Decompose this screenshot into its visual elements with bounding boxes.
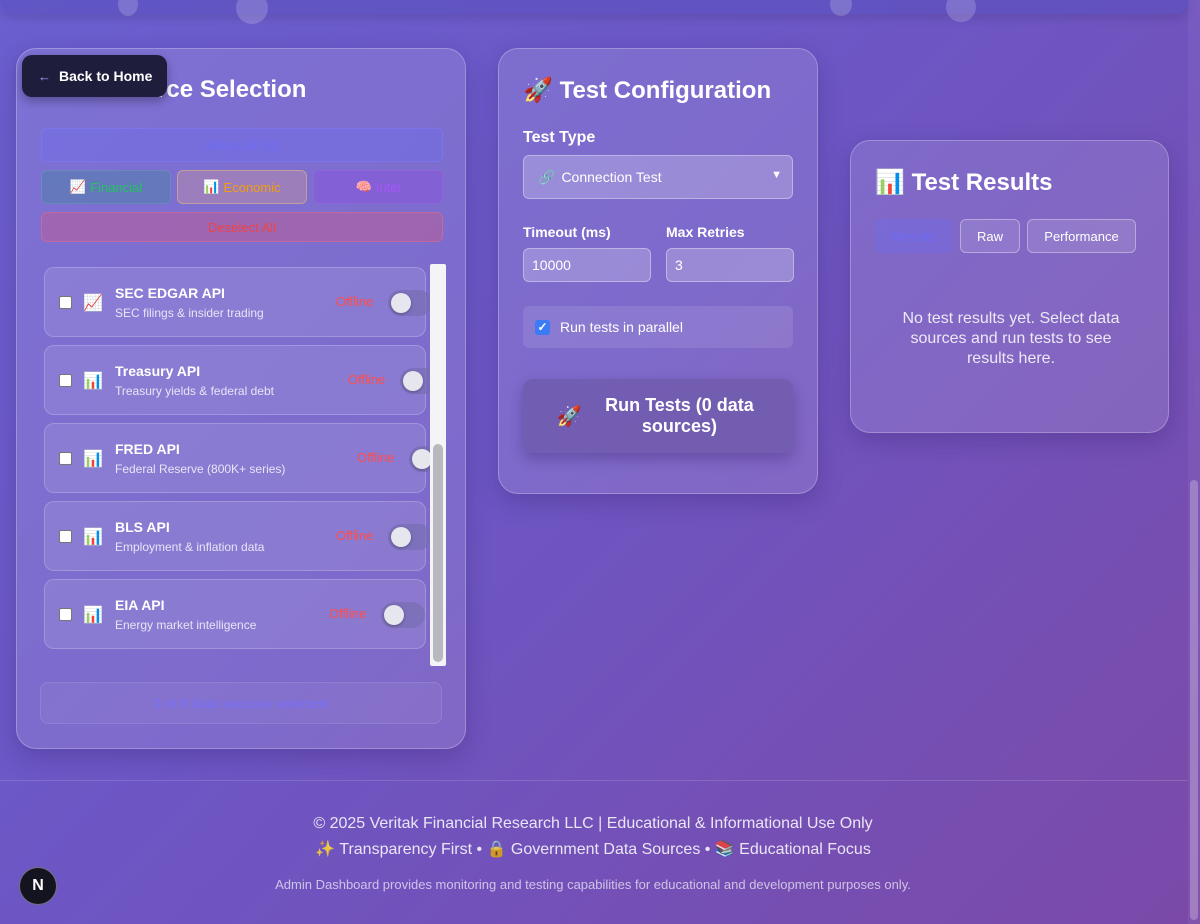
source-checkbox[interactable] bbox=[59, 608, 72, 621]
parallel-checkbox[interactable]: ✓ bbox=[535, 319, 550, 335]
bar-chart-icon: 📊 bbox=[203, 179, 220, 194]
source-list-scrollbar[interactable] bbox=[430, 264, 446, 666]
data-source-list[interactable]: 📈 SEC EDGAR API SEC filings & insider tr… bbox=[44, 264, 446, 666]
source-name: BLS API bbox=[115, 519, 170, 535]
source-checkbox[interactable] bbox=[59, 296, 72, 309]
test-type-select[interactable]: 🔗 Connection Test ▼ bbox=[523, 155, 793, 199]
max-retries-input[interactable]: 3 bbox=[666, 248, 794, 282]
toggle-knob bbox=[384, 605, 404, 625]
parallel-option[interactable]: ✓ Run tests in parallel bbox=[523, 306, 793, 348]
test-results-title-text: Test Results bbox=[911, 169, 1053, 196]
status-badge: Offline bbox=[348, 372, 386, 387]
deselect-all-button[interactable]: Deselect All bbox=[41, 212, 443, 242]
source-name: FRED API bbox=[115, 441, 180, 457]
tab-raw[interactable]: Raw bbox=[960, 219, 1020, 253]
nextjs-dev-badge[interactable]: N bbox=[19, 867, 57, 905]
bar-chart-icon: 📊 bbox=[83, 607, 103, 624]
filter-intel-label: Intel bbox=[375, 179, 401, 195]
filter-economic-button[interactable]: 📊 Economic bbox=[177, 170, 307, 204]
chart-up-icon: 📈 bbox=[69, 179, 87, 194]
source-checkbox[interactable] bbox=[59, 374, 72, 387]
footer-divider bbox=[0, 780, 1188, 781]
source-toggle[interactable] bbox=[388, 524, 432, 550]
toggle-knob bbox=[391, 293, 411, 313]
source-checkbox[interactable] bbox=[59, 452, 72, 465]
test-results-title: 📊 Test Results bbox=[875, 168, 1053, 197]
source-name: EIA API bbox=[115, 597, 165, 613]
footer-tagline: ✨ Transparency First • 🔒 Government Data… bbox=[315, 841, 871, 858]
source-checkbox[interactable] bbox=[59, 530, 72, 543]
empty-results-message: No test results yet. Select data sources… bbox=[902, 310, 1120, 367]
arrow-left-icon: ← bbox=[38, 68, 51, 84]
back-to-home-label: Back to Home bbox=[59, 68, 153, 84]
select-all-button[interactable]: Select All (9) bbox=[41, 128, 443, 162]
chart-up-icon: 📈 bbox=[83, 295, 103, 312]
source-toggle[interactable] bbox=[388, 290, 432, 316]
run-tests-button[interactable]: 🚀 Run Tests (0 data sources) bbox=[523, 379, 793, 453]
test-type-label: Test Type bbox=[523, 129, 596, 146]
tab-performance[interactable]: Performance bbox=[1027, 219, 1136, 253]
timeout-label: Timeout (ms) bbox=[523, 224, 611, 240]
bar-chart-icon: 📊 bbox=[83, 373, 103, 390]
selected-count: 0 of 9 data sources selected bbox=[40, 682, 442, 724]
source-item-eia[interactable]: 📊 EIA API Energy market intelligence Off… bbox=[44, 579, 426, 649]
source-description: Employment & inflation data bbox=[115, 540, 265, 554]
toggle-knob bbox=[391, 527, 411, 547]
rocket-icon: 🚀 bbox=[523, 77, 553, 104]
footer-copyright: © 2025 Veritak Financial Research LLC | … bbox=[313, 815, 873, 832]
timeout-input[interactable]: 10000 bbox=[523, 248, 651, 282]
decorative-bubble bbox=[946, 0, 976, 22]
max-retries-label: Max Retries bbox=[666, 224, 745, 240]
source-item-treasury[interactable]: 📊 Treasury API Treasury yields & federal… bbox=[44, 345, 444, 415]
source-name: Treasury API bbox=[115, 363, 201, 379]
parallel-label: Run tests in parallel bbox=[560, 319, 683, 335]
source-description: Treasury yields & federal debt bbox=[115, 384, 274, 398]
page-scrollbar[interactable] bbox=[1188, 0, 1200, 924]
bar-chart-icon: 📊 bbox=[83, 529, 103, 546]
toggle-knob bbox=[412, 449, 432, 469]
source-list-scrollbar-thumb[interactable] bbox=[433, 444, 443, 662]
footer-disclaimer: Admin Dashboard provides monitoring and … bbox=[275, 877, 911, 892]
brain-icon: 🧠 bbox=[355, 179, 372, 194]
status-badge: Offline bbox=[336, 528, 374, 543]
filter-financial-label: Financial bbox=[90, 179, 143, 195]
bar-chart-icon: 📊 bbox=[875, 169, 905, 196]
data-source-title: rce Selection bbox=[157, 76, 307, 103]
chevron-down-icon: ▼ bbox=[771, 169, 782, 181]
status-badge: Offline bbox=[336, 294, 374, 309]
deselect-all-label: Deselect All bbox=[208, 219, 276, 235]
select-all-label: Select All (9) bbox=[205, 137, 279, 153]
test-type-value: Connection Test bbox=[561, 169, 662, 185]
test-results-card: 📊 Test Results Results Raw Performance N… bbox=[850, 140, 1169, 433]
run-tests-label: Run Tests (0 data sources) bbox=[605, 395, 754, 436]
source-description: Energy market intelligence bbox=[115, 618, 257, 632]
filter-financial-button[interactable]: 📈 Financial bbox=[41, 170, 171, 204]
filter-economic-label: Economic bbox=[223, 179, 281, 195]
source-description: Federal Reserve (800K+ series) bbox=[115, 462, 286, 476]
source-item-fred[interactable]: 📊 FRED API Federal Reserve (800K+ series… bbox=[44, 423, 446, 493]
test-config-title-text: Test Configuration bbox=[559, 77, 772, 104]
source-description: SEC filings & insider trading bbox=[115, 306, 264, 320]
test-configuration-card: 🚀 Test Configuration Test Type 🔗 Connect… bbox=[498, 48, 818, 494]
source-item-bls[interactable]: 📊 BLS API Employment & inflation data Of… bbox=[44, 501, 432, 571]
bar-chart-icon: 📊 bbox=[83, 451, 103, 468]
decorative-bubble bbox=[236, 0, 268, 24]
page-scrollbar-thumb[interactable] bbox=[1190, 480, 1198, 920]
rocket-icon: 🚀 bbox=[556, 405, 582, 428]
back-to-home-button[interactable]: ← Back to Home bbox=[22, 55, 167, 97]
toggle-knob bbox=[403, 371, 423, 391]
source-item-sec-edgar[interactable]: 📈 SEC EDGAR API SEC filings & insider tr… bbox=[44, 267, 432, 337]
source-name: SEC EDGAR API bbox=[115, 285, 225, 301]
top-header-edge bbox=[0, 0, 1190, 14]
source-toggle[interactable] bbox=[381, 602, 425, 628]
link-icon: 🔗 bbox=[538, 168, 556, 185]
status-badge: Offline bbox=[357, 450, 395, 465]
status-badge: Offline bbox=[329, 606, 367, 621]
tab-results[interactable]: Results bbox=[875, 219, 953, 253]
test-config-title: 🚀 Test Configuration bbox=[523, 76, 771, 105]
filter-intel-button[interactable]: 🧠 Intel bbox=[313, 170, 443, 204]
